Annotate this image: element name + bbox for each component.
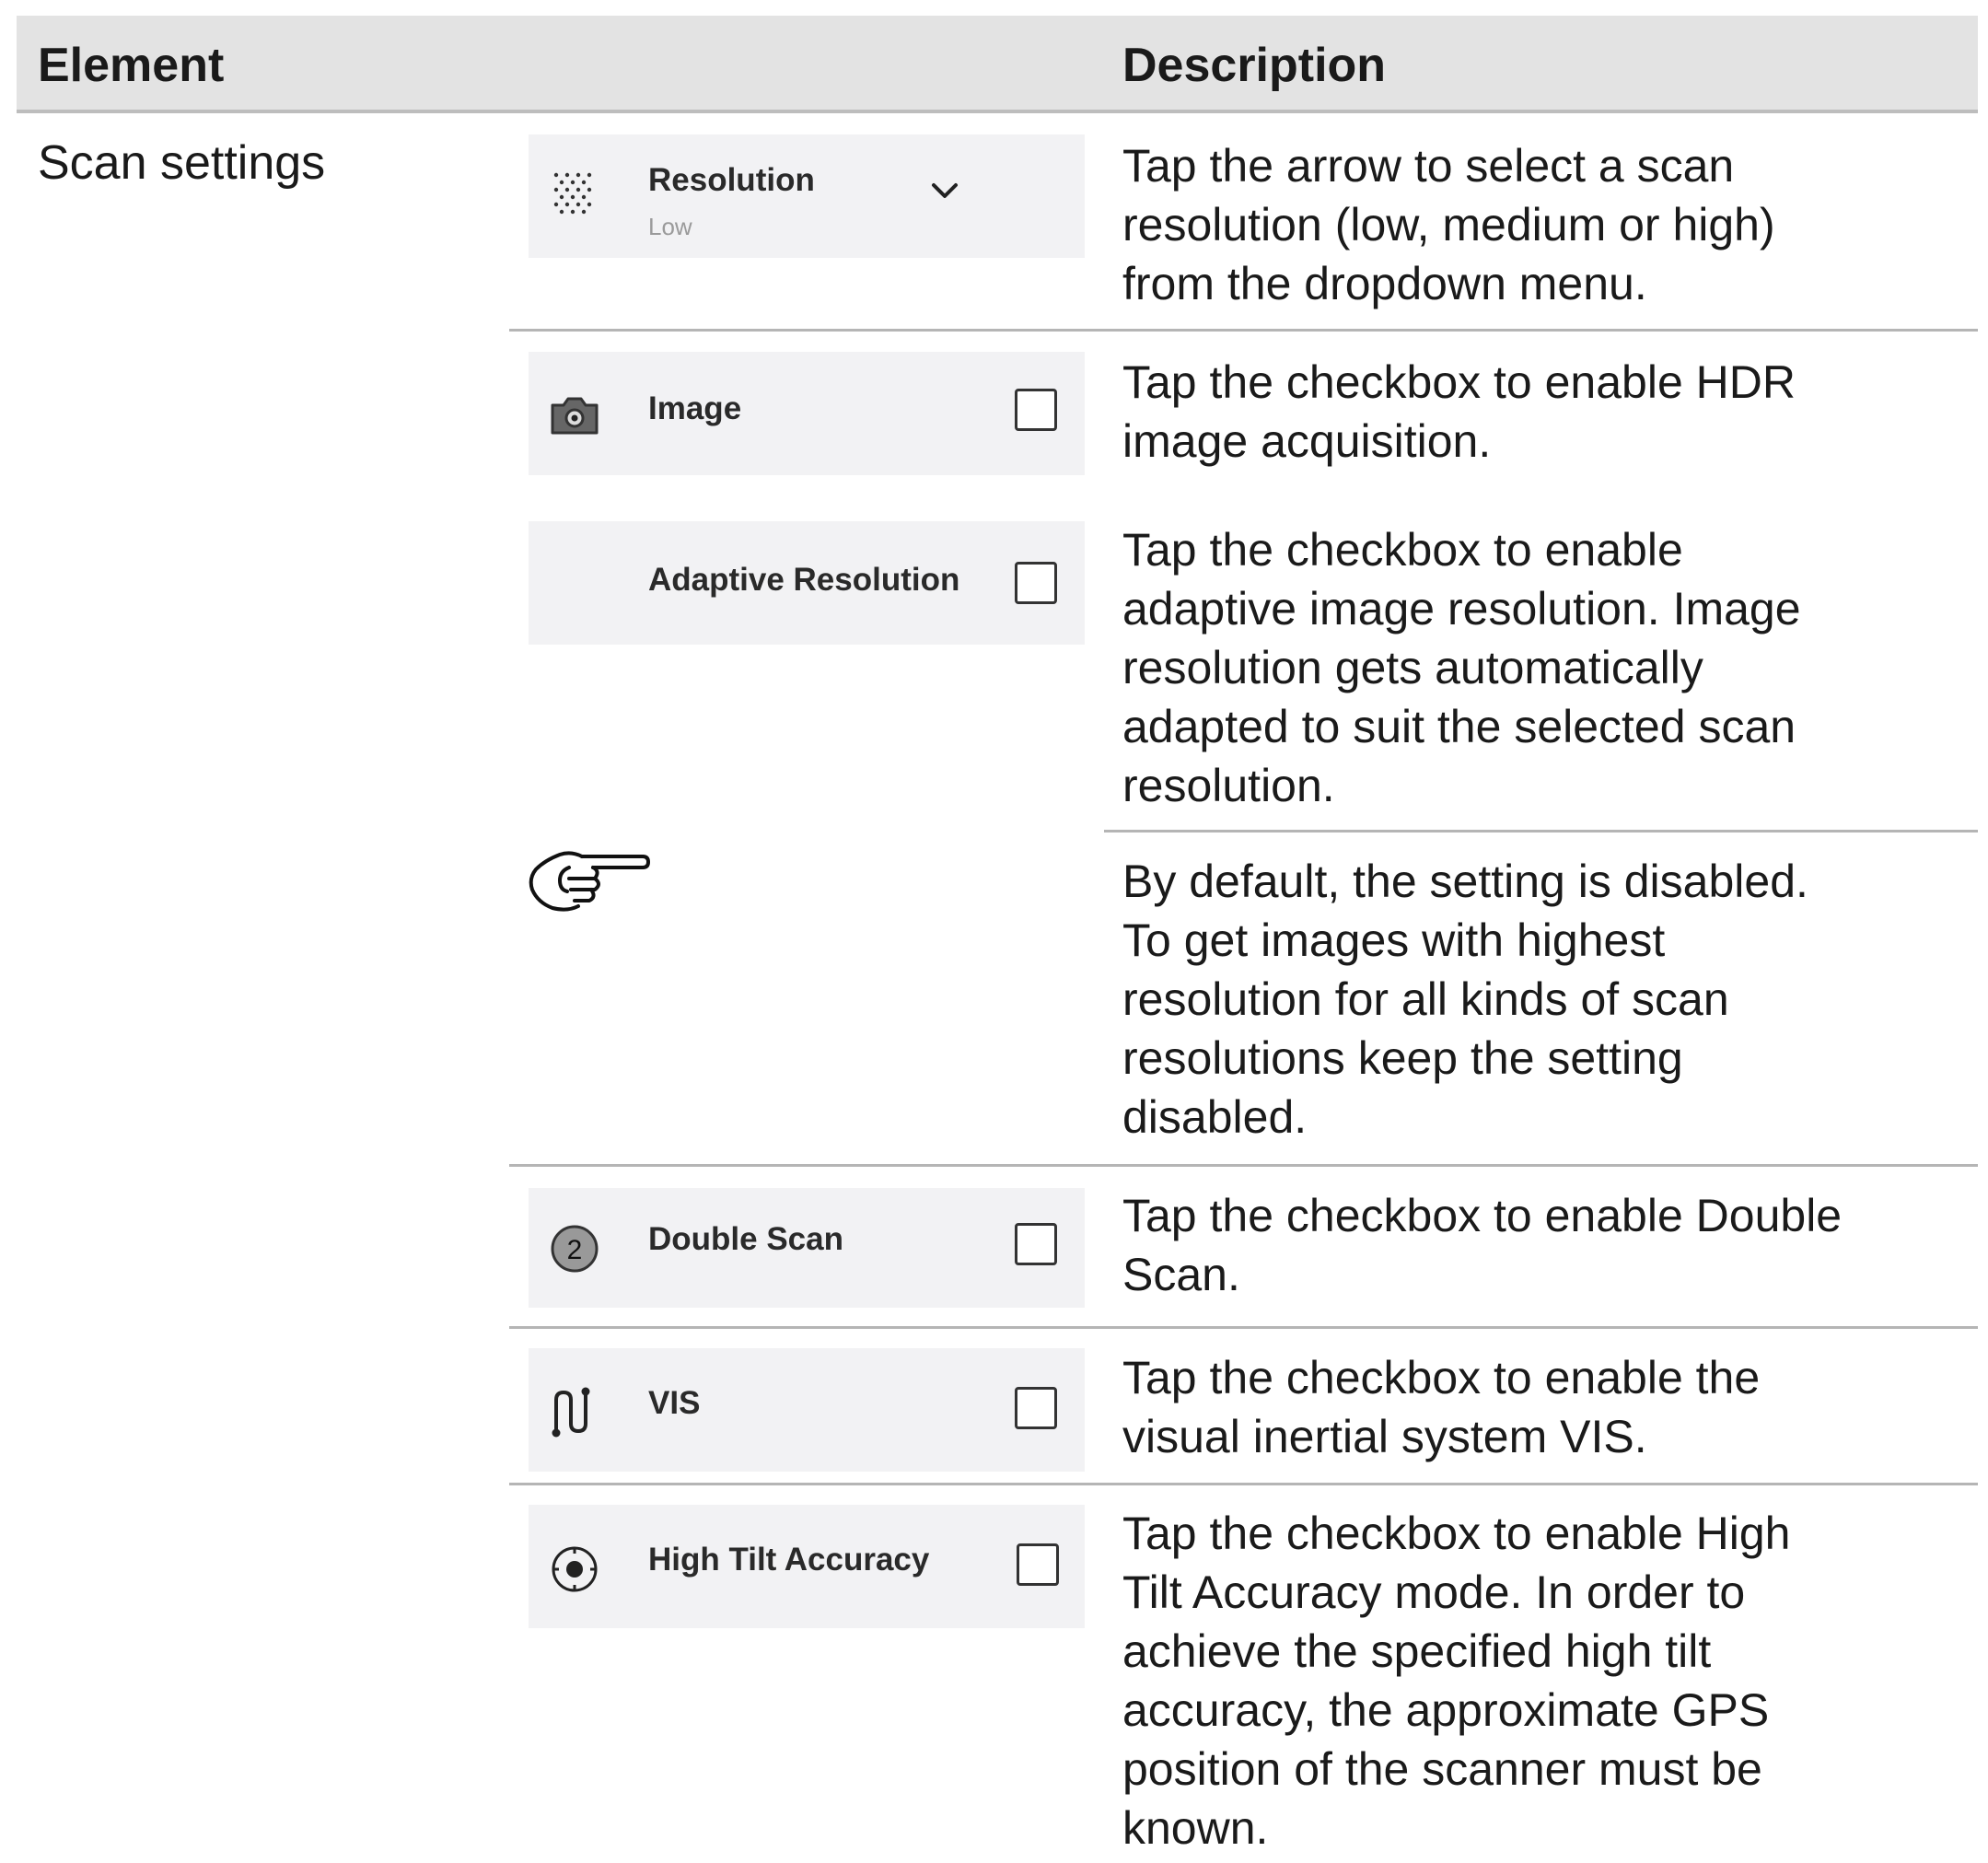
resolution-description: Tap the arrow to select a scan resolutio… [1122,140,1775,309]
target-icon [547,1542,602,1597]
resolution-setting: Resolution Low [529,134,1085,258]
table-header [17,16,1978,113]
vis-setting: VIS [529,1348,1085,1472]
svg-text:2: 2 [567,1235,583,1265]
row-divider [509,1326,1978,1329]
vis-label: VIS [648,1385,701,1421]
header-description: Description [1122,39,1387,92]
double-scan-checkbox[interactable] [1015,1223,1057,1265]
adaptive-resolution-label: Adaptive Resolution [648,562,960,598]
chevron-down-icon[interactable] [926,173,963,210]
row-divider [509,329,1978,332]
double-scan-description: Tap the checkbox to enable Double Scan. [1122,1190,1843,1300]
high-tilt-accuracy-setting: High Tilt Accuracy [529,1505,1085,1628]
dots-grid-icon [547,168,602,223]
note-description: By default, the setting is disabled. To … [1122,856,1808,1143]
vis-description: Tap the checkbox to enable the visual in… [1122,1352,1761,1462]
high-tilt-accuracy-description: Tap the checkbox to enable High Tilt Acc… [1122,1508,1791,1854]
image-setting: Image [529,352,1085,475]
group-label: Scan settings [38,136,326,190]
high-tilt-accuracy-checkbox[interactable] [1017,1543,1059,1586]
image-checkbox[interactable] [1015,389,1057,431]
header-element: Element [38,39,225,92]
image-label: Image [648,390,742,426]
row-divider [509,1164,1978,1167]
adaptive-resolution-setting: Adaptive Resolution [529,521,1085,645]
pointing-hand-icon [527,844,650,917]
double-scan-label: Double Scan [648,1221,843,1257]
path-icon [547,1385,602,1440]
double-scan-setting: 2 Double Scan [529,1188,1085,1308]
resolution-label: Resolution [648,162,815,198]
camera-icon [547,387,602,442]
high-tilt-accuracy-label: High Tilt Accuracy [648,1542,930,1578]
note-divider [1104,830,1978,833]
adaptive-resolution-checkbox[interactable] [1015,562,1057,604]
image-description: Tap the checkbox to enable HDR image acq… [1122,356,1796,467]
adaptive-resolution-description: Tap the checkbox to enable adaptive imag… [1122,524,1801,811]
row-divider [509,1483,1978,1485]
vis-checkbox[interactable] [1015,1387,1057,1429]
number-2-circle-icon: 2 [547,1221,602,1276]
resolution-value: Low [648,213,692,240]
